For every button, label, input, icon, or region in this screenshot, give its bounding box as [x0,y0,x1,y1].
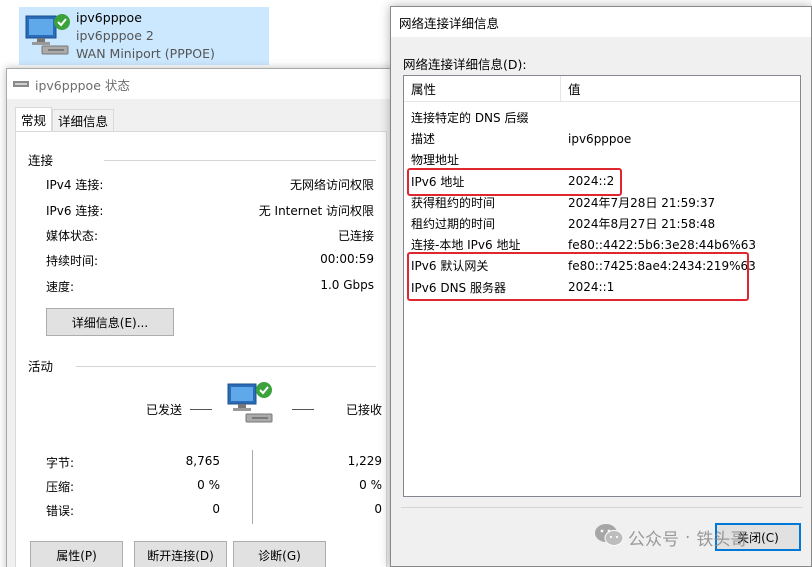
ipv6-connectivity-value: 无 Internet 访问权限 [258,204,374,218]
media-state-value: 已连接 [337,229,374,243]
duration-label: 持续时间: [46,254,99,268]
watermark-text: 公众号 [628,530,679,550]
gateway-dns-highlight [407,252,749,301]
status-window-title: ipv6pppoe 状态 [35,77,130,93]
compression-label: 压缩: [46,480,75,494]
stats-divider [252,450,253,524]
details-listview[interactable]: 属性 值 连接特定的 DNS 后缀 描述 ipv6pppoe 物理地址 IPv6… [403,75,801,497]
list-item[interactable]: 连接特定的 DNS 后缀 [404,107,800,128]
tab-general[interactable]: 常规 [15,107,53,131]
column-header-property[interactable]: 属性 [404,76,561,101]
property-cell: 连接特定的 DNS 后缀 [411,111,529,126]
details-button[interactable]: 详细信息(E)... [46,308,174,336]
value-cell: ipv6pppoe [568,131,632,146]
property-cell: 连接-本地 IPv6 地址 [411,238,521,253]
status-tabs: 常规 详细信息 [15,107,115,131]
bytes-received-value: 1,229 [347,454,382,468]
value-cell: 2024年8月27日 21:58:48 [568,217,716,232]
received-dash [292,409,314,410]
ipv4-connectivity-value: 无网络访问权限 [289,178,374,192]
wechat-icon [594,522,624,553]
received-label: 已接收 [346,403,383,417]
watermark-dot: · [685,527,691,548]
connection-group-divider [104,160,376,161]
properties-button[interactable]: 属性(P) [30,541,123,567]
activity-group-divider [76,366,376,367]
diagnose-button[interactable]: 诊断(G) [233,541,326,567]
details-window-title: 网络连接详细信息 [399,15,500,31]
media-state-label: 媒体状态: [46,229,99,243]
ipv4-connectivity-label: IPv4 连接: [46,178,104,192]
connection-name: ipv6pppoe [76,10,142,25]
connection-group-label: 连接 [28,153,54,168]
speed-label: 速度: [46,280,75,294]
ipv6-address-highlight [407,168,622,196]
property-cell: 租约过期的时间 [411,217,496,232]
list-item[interactable]: 租约过期的时间 2024年8月27日 21:58:48 [404,213,800,234]
network-adapter-icon [13,77,29,92]
duration-value: 00:00:59 [320,252,374,266]
list-item[interactable]: 描述 ipv6pppoe [404,128,800,149]
disconnect-button[interactable]: 断开连接(D) [134,541,227,567]
bytes-label: 字节: [46,456,75,470]
property-cell: 物理地址 [411,153,460,168]
errors-label: 错误: [46,504,75,518]
status-window: ipv6pppoe 状态 常规 详细信息 连接 IPv4 连接: 无网络访问权限… [6,68,396,567]
connection-tile[interactable]: ipv6pppoe ipv6pppoe 2 WAN Miniport (PPPO… [19,7,269,65]
errors-received-value: 0 [374,502,382,516]
tab-details[interactable]: 详细信息 [52,109,115,131]
watermark: 公众号 · 铁头哥 [594,522,747,553]
compression-received-value: 0 % [359,478,382,492]
sent-label: 已发送 [146,403,183,417]
bytes-sent-value: 8,765 [185,454,220,468]
ipv6-connectivity-label: IPv6 连接: [46,204,104,218]
listview-header: 属性 值 [404,76,800,102]
value-cell: 2024年7月28日 21:59:37 [568,195,716,210]
column-header-value[interactable]: 值 [561,76,800,101]
speed-value: 1.0 Gbps [320,278,374,292]
property-cell: 获得租约的时间 [411,195,496,210]
watermark-author: 铁头哥 [696,530,748,550]
value-cell: fe80::4422:5b6:3e28:44b6%63 [568,237,756,252]
property-cell: 描述 [411,132,436,147]
errors-sent-value: 0 [212,502,220,516]
details-titlebar[interactable]: 网络连接详细信息 [391,7,811,37]
details-list-caption: 网络连接详细信息(D): [403,57,527,72]
general-tab-panel: 连接 IPv4 连接: 无网络访问权限 IPv6 连接: 无 Internet … [15,131,387,567]
status-titlebar[interactable]: ipv6pppoe 状态 [7,69,395,99]
sent-dash [190,409,212,410]
activity-group-label: 活动 [28,359,54,374]
details-footer-divider [401,507,803,508]
connection-subname: ipv6pppoe 2 [76,28,154,43]
details-window: 网络连接详细信息 网络连接详细信息(D): 属性 值 连接特定的 DNS 后缀 … [390,6,812,567]
connection-device: WAN Miniport (PPPOE) [76,46,215,61]
network-connected-icon [24,12,72,61]
compression-sent-value: 0 % [197,478,220,492]
activity-network-icon [226,378,276,429]
